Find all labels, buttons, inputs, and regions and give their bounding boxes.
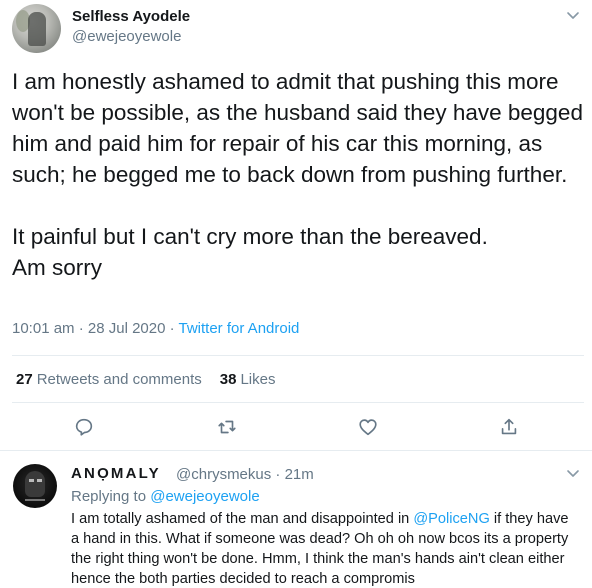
tweet-text: I am honestly ashamed to admit that push… [12,69,583,280]
divider [0,450,592,451]
retweets-stat[interactable]: 27 Retweets and comments [16,371,202,388]
tweet-timestamp[interactable]: 10:01 am · 28 Jul 2020 · [12,320,179,337]
tweet-meta: 10:01 am · 28 Jul 2020 · Twitter for And… [12,320,299,337]
tweet-stats: 27 Retweets and comments 38 Likes [16,371,275,388]
tweet-actions [0,416,592,444]
share-icon[interactable] [498,416,522,440]
author-avatar[interactable] [12,4,61,53]
avatar-eye-shape [37,479,42,482]
chevron-down-icon[interactable] [566,8,580,22]
retweets-count: 27 [16,371,33,388]
heart-icon[interactable] [357,416,381,440]
replying-prefix: Replying to [71,488,151,505]
avatar-mask-shape [25,471,45,497]
retweets-label: Retweets and comments [36,371,202,388]
reply-text-part: I am totally ashamed of the man and disa… [71,511,414,527]
retweet-icon[interactable] [216,416,240,440]
author-name[interactable]: Selfless Ayodele [72,8,190,25]
likes-count: 38 [219,371,237,388]
reply-author-handle[interactable]: @chrysmekus · 21m [176,466,314,483]
reply-text: I am totally ashamed of the man and disa… [71,509,571,588]
comment-icon[interactable] [73,416,97,440]
likes-label: Likes [240,371,276,388]
replying-to-link[interactable]: @ewejeoyewole [150,488,259,505]
avatar-eye-shape [29,479,34,482]
avatar-text-shape [25,499,45,501]
likes-stat[interactable]: 38 Likes [220,371,276,388]
reply-tweet[interactable]: ANỌMALY @chrysmekus · 21m Replying to @e… [0,452,592,588]
divider [12,402,584,403]
divider [12,355,584,356]
mention-link[interactable]: @PoliceNG [413,511,489,527]
tweet-source-link[interactable]: Twitter for Android [179,320,300,337]
replying-to: Replying to @ewejeoyewole [71,488,260,505]
author-handle[interactable]: @ewejeoyewole [72,28,181,45]
reply-author-name[interactable]: ANỌMALY [71,465,161,482]
avatar-figure-shape [28,12,46,46]
chevron-down-icon[interactable] [566,466,580,480]
reply-author-avatar[interactable] [13,464,57,508]
